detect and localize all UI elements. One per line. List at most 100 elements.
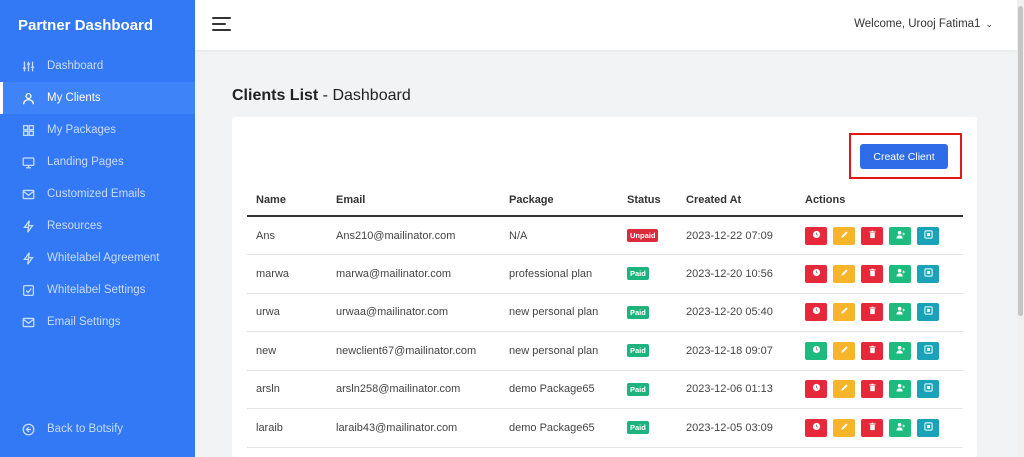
edit-button[interactable]: [833, 303, 855, 322]
pencil-icon: [840, 230, 849, 242]
login-as-client-button[interactable]: [917, 418, 939, 437]
assign-user-button[interactable]: [889, 341, 911, 360]
edit-button[interactable]: [833, 226, 855, 245]
cell-package: new personal plan: [500, 293, 618, 332]
cell-package: N/A: [500, 216, 618, 255]
status-toggle-button[interactable]: [805, 418, 827, 437]
page-title: Clients List - Dashboard: [232, 87, 411, 105]
login-icon: [923, 422, 933, 434]
delete-button[interactable]: [861, 418, 883, 437]
cell-actions: [796, 254, 963, 294]
trash-icon: [868, 306, 877, 318]
mail-icon: [20, 314, 36, 330]
cell-email: laraib43@mailinator.com: [327, 408, 500, 448]
cell-name: urwa: [247, 293, 327, 332]
pencil-icon: [840, 306, 849, 318]
status-toggle-button[interactable]: [805, 303, 827, 322]
welcome-text: Welcome, Urooj Fatima1: [854, 18, 981, 30]
delete-button[interactable]: [861, 341, 883, 360]
cell-created-at: 2023-12-06 01:13: [677, 370, 796, 409]
sidebar-nav: Dashboard My Clients My Packages Landing…: [0, 50, 195, 338]
user-plus-icon: [895, 268, 905, 280]
status-badge: Unpaid: [627, 229, 659, 242]
table-row: marwa marwa@mailinator.com professional pl…: [247, 254, 963, 294]
table-header-row: Name Email Package Status Created At Act…: [247, 184, 963, 217]
sidebar-item-my-packages[interactable]: My Packages: [0, 114, 195, 146]
sidebar-item-my-clients[interactable]: My Clients: [0, 82, 195, 114]
user-plus-icon: [895, 306, 905, 318]
edit-button[interactable]: [833, 418, 855, 437]
delete-button[interactable]: [861, 380, 883, 399]
assign-user-button[interactable]: [889, 303, 911, 322]
header-status: Status: [618, 184, 677, 217]
user-plus-icon: [895, 383, 905, 395]
edit-button[interactable]: [833, 264, 855, 283]
login-as-client-button[interactable]: [917, 226, 939, 245]
sidebar-item-label: Customized Emails: [47, 188, 146, 200]
clients-table: Name Email Package Status Created At Act…: [247, 184, 963, 448]
trash-icon: [868, 422, 877, 434]
trash-icon: [868, 383, 877, 395]
login-as-client-button[interactable]: [917, 264, 939, 283]
user-plus-icon: [895, 230, 905, 242]
status-toggle-button[interactable]: [805, 380, 827, 399]
sidebar-item-email-settings[interactable]: Email Settings: [0, 306, 195, 338]
status-badge: Paid: [627, 421, 649, 435]
sidebar-item-dashboard[interactable]: Dashboard: [0, 50, 195, 82]
login-as-client-button[interactable]: [917, 303, 939, 322]
cell-name: laraib: [247, 408, 327, 448]
login-as-client-button[interactable]: [917, 380, 939, 399]
clients-card: Create Client Name Email Package Status …: [232, 117, 977, 457]
delete-button[interactable]: [861, 264, 883, 283]
status-toggle-button[interactable]: [805, 264, 827, 283]
assign-user-button[interactable]: [889, 226, 911, 245]
assign-user-button[interactable]: [889, 418, 911, 437]
cell-email: newclient67@mailinator.com: [327, 331, 500, 371]
pencil-icon: [840, 422, 849, 434]
table-row: new newclient67@mailinator.com new persona…: [247, 331, 963, 371]
pencil-icon: [840, 268, 849, 280]
sidebar-item-label: Dashboard: [47, 60, 104, 72]
cell-name: marwa: [247, 254, 327, 294]
status-toggle-button[interactable]: [805, 341, 827, 360]
clock-icon: [812, 422, 821, 434]
delete-button[interactable]: [861, 303, 883, 322]
scrollbar-thumb[interactable]: [1018, 6, 1023, 316]
sidebar-item-resources[interactable]: Resources: [0, 210, 195, 242]
delete-button[interactable]: [861, 226, 883, 245]
trash-icon: [868, 268, 877, 280]
status-badge: Paid: [627, 382, 649, 396]
hamburger-menu-icon[interactable]: [212, 17, 231, 33]
assign-user-button[interactable]: [889, 264, 911, 283]
cell-created-at: 2023-12-20 05:40: [677, 293, 796, 332]
clock-icon: [812, 268, 821, 280]
sidebar-item-label: Email Settings: [47, 316, 121, 328]
login-icon: [923, 306, 933, 318]
login-as-client-button[interactable]: [917, 341, 939, 360]
bolt-icon: [20, 250, 36, 266]
sidebar-item-customized-emails[interactable]: Customized Emails: [0, 178, 195, 210]
trash-icon: [868, 345, 877, 357]
edit-button[interactable]: [833, 380, 855, 399]
back-to-botsify-link[interactable]: Back to Botsify: [0, 413, 195, 445]
cell-package: professional plan: [500, 254, 618, 294]
clock-icon: [812, 383, 821, 395]
edit-button[interactable]: [833, 341, 855, 360]
sidebar: Partner Dashboard Dashboard My Clients M…: [0, 0, 195, 457]
header-name: Name: [247, 184, 327, 217]
sidebar-item-landing-pages[interactable]: Landing Pages: [0, 146, 195, 178]
user-menu[interactable]: Welcome, Urooj Fatima1 ⌄: [854, 18, 993, 30]
status-toggle-button[interactable]: [805, 226, 827, 245]
cell-status: Paid: [618, 370, 677, 409]
sidebar-item-whitelabel-settings[interactable]: Whitelabel Settings: [0, 274, 195, 306]
sidebar-item-label: My Clients: [47, 92, 101, 104]
sidebar-item-whitelabel-agreement[interactable]: Whitelabel Agreement: [0, 242, 195, 274]
cell-created-at: 2023-12-05 03:09: [677, 408, 796, 448]
cell-actions: [796, 331, 963, 371]
status-badge: Paid: [627, 267, 649, 281]
login-icon: [923, 345, 933, 357]
cell-email: urwaa@mailinator.com: [327, 293, 500, 332]
sidebar-item-label: Landing Pages: [47, 156, 124, 168]
assign-user-button[interactable]: [889, 380, 911, 399]
create-client-button[interactable]: Create Client: [860, 144, 948, 169]
